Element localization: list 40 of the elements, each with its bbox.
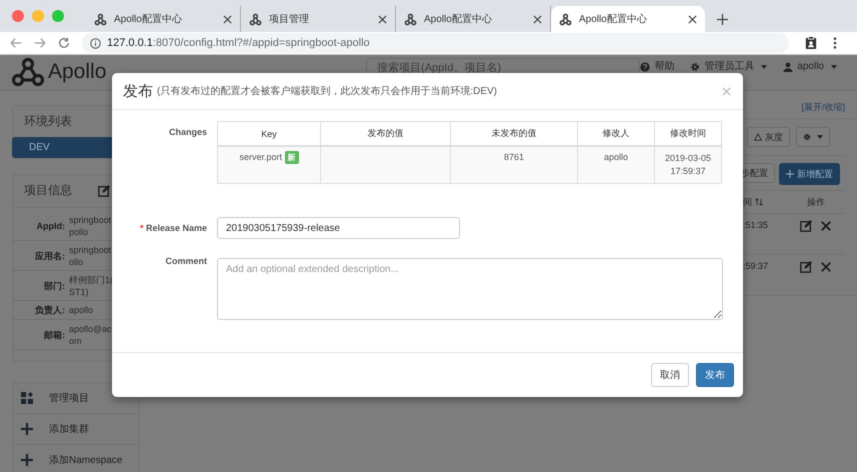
field-label: AppId:	[36, 221, 66, 231]
expand-collapse-link[interactable]: [展开/收缩]	[801, 101, 845, 114]
dialog-subtitle: (只有发布过的配置才会被客户端获取到，此次发布只会作用于当前环境:DEV)	[157, 84, 497, 98]
canary-release-button[interactable]: 灰度	[747, 127, 790, 147]
sidebar-action[interactable]: 添加集群	[13, 414, 139, 445]
table-cell-text: :51:35	[742, 220, 770, 230]
publish-button[interactable]: 发布	[696, 363, 734, 387]
nav-link[interactable]: apollo	[783, 61, 837, 73]
nav-link[interactable]: 帮助	[640, 61, 674, 73]
panel-title: 项目信息	[24, 182, 72, 199]
column-header[interactable]: 间	[735, 196, 787, 208]
sidebar-action[interactable]: 添加Namespace	[13, 445, 139, 472]
form-label: Changes	[168, 127, 208, 137]
field-label: 邮箱:	[43, 328, 66, 342]
browser-tab[interactable]: Apollo配置中心	[551, 6, 705, 32]
field-label: 应用名:	[34, 250, 66, 262]
address-bar[interactable]: 127.0.0.1:8070/config.html?#/appid=springboot-apollo	[82, 33, 789, 53]
table-cell-text: :59:37	[742, 261, 770, 271]
panel-title: 环境列表	[23, 113, 73, 130]
nav-link[interactable]: 管理员工具	[690, 61, 768, 73]
field-value: apollo	[69, 304, 94, 317]
logo-text: Apollo	[48, 60, 106, 84]
dialog-title: 发布	[123, 82, 153, 100]
comment-field[interactable]: Add an optional extended description...	[217, 258, 723, 320]
cancel-button[interactable]: 取消	[651, 363, 689, 387]
field-label: 部门:	[42, 280, 66, 292]
form-label: * Release Name	[138, 223, 208, 233]
table-cell: 8761	[450, 146, 578, 184]
release-name-field[interactable]: 20190305175939-release	[217, 217, 460, 239]
field-value: springboot pollo	[69, 214, 112, 238]
table-cell: apollo	[578, 146, 654, 184]
field-value: springboot ollo	[69, 244, 112, 268]
field-value: apollo@ac om	[69, 323, 112, 347]
table-cell: 2019-03-05 17:59:37	[654, 146, 722, 184]
table-cell: server.port 新	[218, 146, 320, 184]
new-badge: 新	[284, 151, 299, 164]
add-config-button[interactable]: 新增配置	[779, 163, 840, 185]
field-label: 负责人:	[34, 304, 66, 317]
form-label: Comment	[164, 256, 208, 266]
column-header: 操作	[806, 196, 826, 208]
